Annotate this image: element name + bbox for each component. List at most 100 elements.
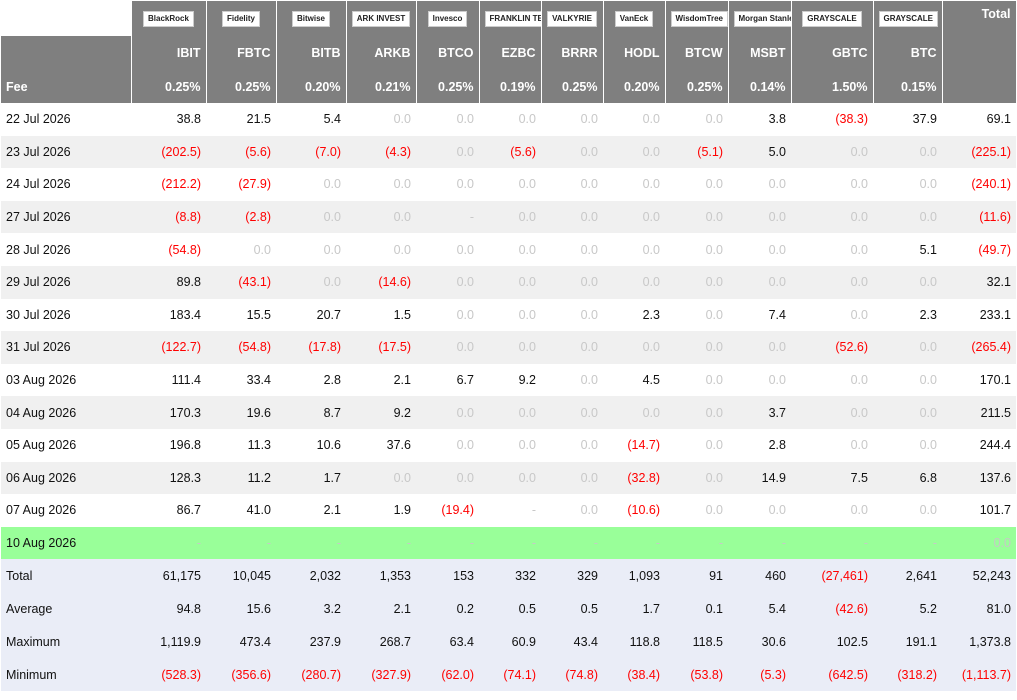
flow-cell: 86.7 [176,503,201,518]
flow-cell: 111.4 [171,373,201,388]
date-cell: 27 Jul 2026 [1,200,131,234]
ticker-header: IBIT [131,36,207,70]
flow-cell: 0.0 [850,242,868,257]
fund-logo: GRAYSCALE [802,10,862,27]
fund-logo: ARK INVEST [351,10,411,27]
flow-cell: 0.0 [479,265,541,299]
ticker-header: BTCW [665,36,729,70]
flow-cell: 0.0 [518,438,536,453]
stat-cell: 118.5 [665,625,728,659]
fund-logo-cell: GRAYSCALE [873,1,943,36]
row-total-cell: 211.5 [942,396,1016,429]
flow-cell: 0.0 [323,177,341,192]
flow-cell: 0.0 [580,242,598,257]
stat-cell: 10,045 [206,559,276,593]
flow-cell: 0.0 [603,135,665,169]
flow-cell: 0.0 [642,177,660,192]
fee-label: Fee [1,70,132,103]
flow-cell: 0.0 [603,331,665,364]
flow-cell: (14.6) [346,265,416,299]
fee-cell: 0.25% [541,70,604,103]
stat-row: Average 94.8 15.6 3.2 2.1 0.2 0.5 0.5 1.7 0.1 5.4(… [1,592,1016,626]
flow-cell: 0.0 [850,307,868,322]
flow-cell: 0.0 [518,242,536,257]
flow-cell: 0.0 [642,112,660,127]
stat-cell: 1.7 [603,592,665,626]
stat-cell: (38.4) [603,658,665,692]
flow-cell: 0.0 [665,331,728,364]
fee-cell: 0.19% [479,70,542,103]
flow-cell: 0.0 [479,200,541,234]
flow-cell: 0.0 [705,503,723,518]
row-total-cell: 170.1 [979,373,1011,388]
row-total-cell: (265.4) [942,331,1016,364]
flow-cell: 0.0 [603,265,665,299]
stat-cell: (642.5) [791,658,873,692]
flow-cell: 2.1 [393,373,411,388]
stat-total-cell: (1,113.7) [942,658,1016,692]
fee-cell: 0.25% [131,70,207,103]
flow-cell: 0.0 [276,265,346,299]
table-row: 07 Aug 2026 86.7 41.0 2.1 1.9 (19.4) - 0.0 (10.6… [1,494,1016,527]
stat-cell: 153 [416,559,479,593]
row-total-cell: 32.1 [942,265,1016,299]
fund-logo: Bitwise [291,10,330,27]
flow-cell: 0.0 [456,112,474,127]
flow-cell: - [531,503,536,518]
flow-cell: 9.2 [518,373,536,388]
date-cell: 03 Aug 2026 [6,373,77,388]
flow-cell: 128.3 [131,461,206,495]
flow-cell: 0.0 [705,373,723,388]
flow-cell: 0.0 [791,265,873,299]
flow-cell: 7.5 [791,461,873,495]
table-row: 24 Jul 2026 (212.2) (27.9) 0.0 0.0 0.0 0.0 0.0 0… [1,168,1016,201]
flow-cell: (212.2) [161,177,201,192]
row-total-cell: (240.1) [971,177,1011,192]
flow-cell: 20.7 [316,307,341,322]
stat-cell: 5.2 [873,592,942,626]
fund-logo-cell: WisdomTree [665,1,729,36]
flow-cell: 0.0 [791,200,873,234]
date-cell: 23 Jul 2026 [1,135,131,169]
row-total-cell: 244.4 [979,438,1011,453]
flow-cell: 0.0 [276,200,346,234]
flow-cell: 10.6 [316,438,341,453]
flow-cell: 0.0 [456,307,474,322]
date-cell: 22 Jul 2026 [6,112,71,127]
fund-logo: Invesco [427,10,468,27]
table-row: 06 Aug 2026 128.3 11.2 1.7 0.0 0.0 0.0 0.0 (32.8… [1,461,1016,495]
fee-cell: 0.20% [603,70,666,103]
flow-cell: 21.5 [246,112,271,127]
ticker-row: IBIT FBTC BITB ARKB BTCO EZBC BRRR HODL BTCW MSBT… [1,36,1017,70]
stat-cell: 5.4 [728,592,791,626]
table-row: 23 Jul 2026 (202.5) (5.6) (7.0) (4.3) 0.0 (5.6… [1,135,1016,169]
corner-cell [1,1,132,36]
flow-cell: (14.7) [627,438,660,453]
stat-cell: 0.2 [416,592,479,626]
flow-cell: (27.9) [238,177,271,192]
flow-cell: 0.0 [919,438,937,453]
date-cell: 04 Aug 2026 [1,396,131,429]
fund-logo-cell: ARK INVEST [346,1,417,36]
flow-cell: 0.0 [518,307,536,322]
flow-cell: (202.5) [131,135,206,169]
fee-total-cell [942,70,1017,103]
flow-cell: 0.0 [919,373,937,388]
flow-cell: - [873,526,942,560]
stat-cell: 3.2 [276,592,346,626]
fee-row: Fee 0.25% 0.25% 0.20% 0.21% 0.25% 0.19% 0.25% 0.… [1,70,1017,103]
stat-cell: 60.9 [479,625,541,659]
flow-cell: (19.4) [441,503,474,518]
fund-logo: FRANKLIN TEMPLETON [484,10,540,27]
flow-cell: 183.4 [169,307,201,322]
flow-cell: 0.0 [873,200,942,234]
date-cell: 24 Jul 2026 [6,177,71,192]
stat-cell: 1,093 [603,559,665,593]
flow-cell: (38.3) [835,112,868,127]
flow-cell: 33.4 [246,373,271,388]
fund-logo-cell: Fidelity [206,1,277,36]
flow-cell: 0.0 [580,307,598,322]
flow-cell: 0.0 [665,200,728,234]
flow-cell: 1.9 [393,503,411,518]
flow-cell: 37.6 [386,438,411,453]
